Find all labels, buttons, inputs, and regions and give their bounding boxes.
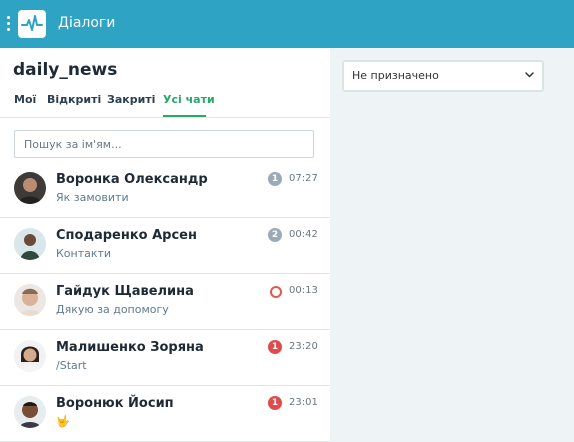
unread-badge: 1 [268,396,282,410]
tab-open[interactable]: Відкриті [47,93,101,106]
app-logo-icon[interactable] [18,10,46,38]
search-input[interactable]: Пошук за ім'ям... [14,130,314,158]
chat-time: 00:42 [289,229,318,240]
chat-preview: Контакти [56,247,112,260]
dialog-details-panel: Не призначено [330,48,574,442]
dialog-list-panel: daily_news Мої Відкриті Закриті Усі чати… [0,48,330,442]
chat-row[interactable]: Малишенко Зоряна /Start 1 23:20 [0,330,330,386]
avatar [14,340,46,372]
chat-time: 07:27 [289,173,318,184]
chat-time: 23:01 [289,397,318,408]
chat-row[interactable]: Сподаренко Арсен Контакти 2 00:42 [0,218,330,274]
chat-preview: Дякую за допомогу [56,303,169,316]
chat-row[interactable]: Гайдук Щавелина Дякую за допомогу 00:13 [0,274,330,330]
kebab-menu-icon[interactable] [6,16,12,32]
chat-name: Воронка Олександр [56,172,208,187]
app-title: Діалоги [58,15,116,31]
chat-preview: /Start [56,359,87,372]
avatar [14,228,46,260]
tab-mine[interactable]: Мої [14,93,36,106]
chevron-down-icon [525,72,534,78]
chat-row[interactable]: Воронюк Йосип 🤟 1 23:01 [0,386,330,442]
unread-badge: 2 [268,228,282,242]
chat-preview: 🤟 [56,415,70,428]
tabs-divider [0,117,330,118]
page-title: daily_news [13,60,118,80]
chat-name: Сподаренко Арсен [56,228,197,243]
chat-preview: Як замовити [56,191,129,204]
chat-row[interactable]: Воронка Олександр Як замовити 1 07:27 [0,162,330,218]
chat-time: 00:13 [289,285,318,296]
tab-closed[interactable]: Закриті [107,93,155,106]
top-bar: Діалоги [0,0,574,48]
assignee-select[interactable]: Не призначено [342,60,544,92]
search-placeholder: Пошук за ім'ям... [24,138,122,151]
unread-badge: 1 [268,172,282,186]
pending-status-icon [270,286,282,298]
chat-name: Гайдук Щавелина [56,284,194,299]
chat-time: 23:20 [289,341,318,352]
avatar [14,284,46,316]
avatar [14,396,46,428]
assignee-select-value: Не призначено [352,69,439,82]
avatar [14,172,46,204]
chat-name: Малишенко Зоряна [56,340,204,355]
chat-name: Воронюк Йосип [56,396,174,411]
unread-badge: 1 [268,340,282,354]
tab-all-chats[interactable]: Усі чати [163,93,215,106]
